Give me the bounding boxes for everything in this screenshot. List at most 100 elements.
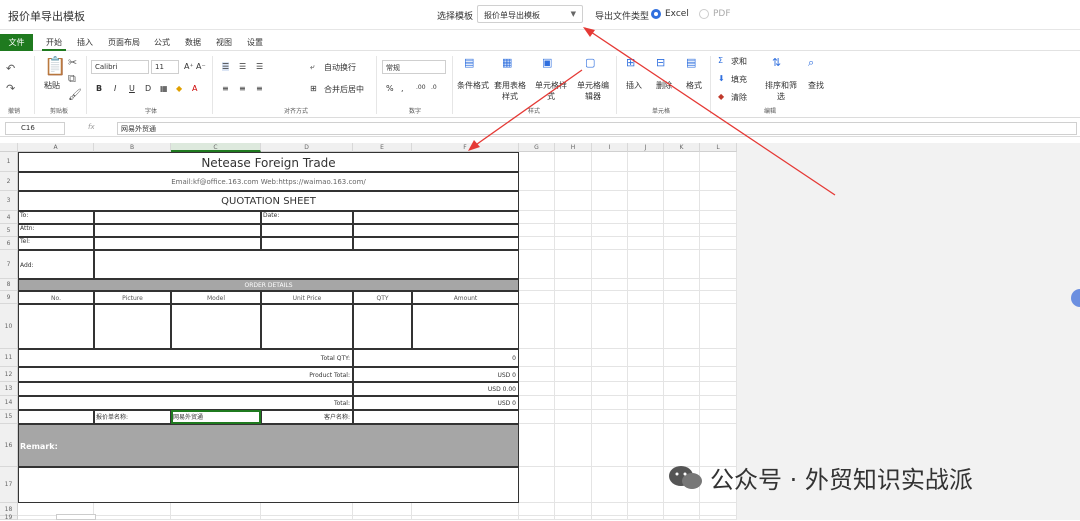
cell[interactable] <box>664 291 700 304</box>
align-left-icon[interactable]: ≡ <box>222 84 229 93</box>
cell[interactable] <box>700 237 737 250</box>
cell[interactable] <box>18 410 94 424</box>
cell[interactable] <box>664 279 700 291</box>
cell[interactable] <box>592 224 628 237</box>
sheet-title[interactable]: Netease Foreign Trade <box>18 152 519 172</box>
cell[interactable] <box>592 211 628 224</box>
cell[interactable] <box>700 410 737 424</box>
cell[interactable] <box>555 224 592 237</box>
cell[interactable] <box>353 237 519 250</box>
cell[interactable] <box>628 516 664 520</box>
remark-body[interactable] <box>18 467 519 503</box>
cell[interactable] <box>555 410 592 424</box>
cell[interactable] <box>519 250 555 279</box>
cell[interactable] <box>261 224 353 237</box>
sheet-tab[interactable] <box>56 514 96 520</box>
column-header[interactable]: J <box>628 143 664 152</box>
cell[interactable] <box>700 172 737 191</box>
cell[interactable] <box>555 237 592 250</box>
copy-icon[interactable]: ⧉ <box>68 72 76 86</box>
cell[interactable] <box>18 382 353 396</box>
cell[interactable] <box>555 152 592 172</box>
cell[interactable] <box>628 237 664 250</box>
cell[interactable] <box>628 224 664 237</box>
cell-editor-label[interactable]: 单元格编辑器 <box>576 80 610 102</box>
double-underline-icon[interactable]: D <box>145 84 151 93</box>
row-header[interactable]: 3 <box>0 191 18 211</box>
cell[interactable] <box>664 410 700 424</box>
cell[interactable] <box>664 367 700 382</box>
cell[interactable] <box>94 503 171 516</box>
cell[interactable] <box>519 304 555 349</box>
cell[interactable] <box>628 503 664 516</box>
cell[interactable] <box>700 516 737 520</box>
cell[interactable] <box>700 191 737 211</box>
cell[interactable] <box>555 279 592 291</box>
table-format-label[interactable]: 套用表格样式 <box>494 80 526 102</box>
cell[interactable] <box>519 503 555 516</box>
subtotal-value[interactable]: USD 0.00 <box>353 382 519 396</box>
cell[interactable] <box>592 172 628 191</box>
formula-input[interactable]: 网易外贸通 <box>117 122 1077 135</box>
item-cell[interactable] <box>412 304 519 349</box>
table-header[interactable]: Unit Price <box>261 291 353 304</box>
cell[interactable] <box>700 382 737 396</box>
cell[interactable] <box>519 410 555 424</box>
to-label[interactable]: To: <box>18 211 94 224</box>
increase-font-icon[interactable]: A⁺ <box>184 62 194 71</box>
cell[interactable] <box>592 304 628 349</box>
row-header[interactable]: 2 <box>0 172 18 191</box>
font-size-select[interactable]: 11 <box>151 60 179 74</box>
product-total-label[interactable]: Product Total: <box>18 367 353 382</box>
quote-name-value[interactable]: 网易外贸通 <box>171 410 261 424</box>
cell[interactable] <box>700 224 737 237</box>
quote-name-label[interactable]: 报价单名称: <box>94 410 171 424</box>
clear-icon[interactable]: ◆ <box>718 92 724 101</box>
merge-icon[interactable]: ⊞ <box>310 84 317 93</box>
column-header[interactable]: E <box>353 143 412 152</box>
row-header[interactable]: 14 <box>0 396 18 410</box>
menu-page-layout[interactable]: 页面布局 <box>104 34 144 51</box>
cell[interactable] <box>664 349 700 367</box>
item-cell[interactable] <box>18 304 94 349</box>
format-cells-label[interactable]: 格式 <box>686 80 702 91</box>
row-header[interactable]: 9 <box>0 291 18 304</box>
cell[interactable] <box>592 279 628 291</box>
row-header[interactable]: 1 <box>0 152 18 172</box>
cell[interactable] <box>261 237 353 250</box>
excel-radio-label[interactable]: Excel <box>665 9 689 19</box>
cell[interactable] <box>353 224 519 237</box>
item-cell[interactable] <box>261 304 353 349</box>
cell[interactable] <box>700 279 737 291</box>
cell[interactable] <box>628 191 664 211</box>
menu-data[interactable]: 数据 <box>181 34 205 51</box>
cell[interactable] <box>519 349 555 367</box>
clear-label[interactable]: 清除 <box>731 92 747 103</box>
percent-icon[interactable]: % <box>386 84 394 93</box>
cell[interactable] <box>519 172 555 191</box>
row-header[interactable]: 17 <box>0 467 18 503</box>
font-name-select[interactable]: Calibri <box>91 60 149 74</box>
doc-title[interactable]: QUOTATION SHEET <box>18 191 519 211</box>
fill-icon[interactable]: ⬇ <box>718 74 725 83</box>
cell[interactable] <box>628 424 664 467</box>
cell[interactable] <box>555 367 592 382</box>
client-name-label[interactable]: 客户名称: <box>261 410 353 424</box>
column-header[interactable]: F <box>412 143 519 152</box>
add-value[interactable] <box>94 250 519 279</box>
delete-cells-icon[interactable]: ⊟ <box>656 56 665 69</box>
sort-filter-label[interactable]: 排序和筛选 <box>764 80 798 102</box>
column-header[interactable]: C <box>171 143 261 152</box>
cell-editor-icon[interactable]: ▢ <box>585 56 595 69</box>
menu-settings[interactable]: 设置 <box>243 34 267 51</box>
cell[interactable] <box>700 152 737 172</box>
menu-formulas[interactable]: 公式 <box>150 34 174 51</box>
cell[interactable] <box>519 424 555 467</box>
table-header[interactable]: Amount <box>412 291 519 304</box>
row-header[interactable]: 8 <box>0 279 18 291</box>
cell[interactable] <box>261 516 353 520</box>
align-bottom-icon[interactable]: ☰ <box>256 62 263 71</box>
cell[interactable] <box>592 237 628 250</box>
cell[interactable] <box>519 367 555 382</box>
cell[interactable] <box>519 237 555 250</box>
